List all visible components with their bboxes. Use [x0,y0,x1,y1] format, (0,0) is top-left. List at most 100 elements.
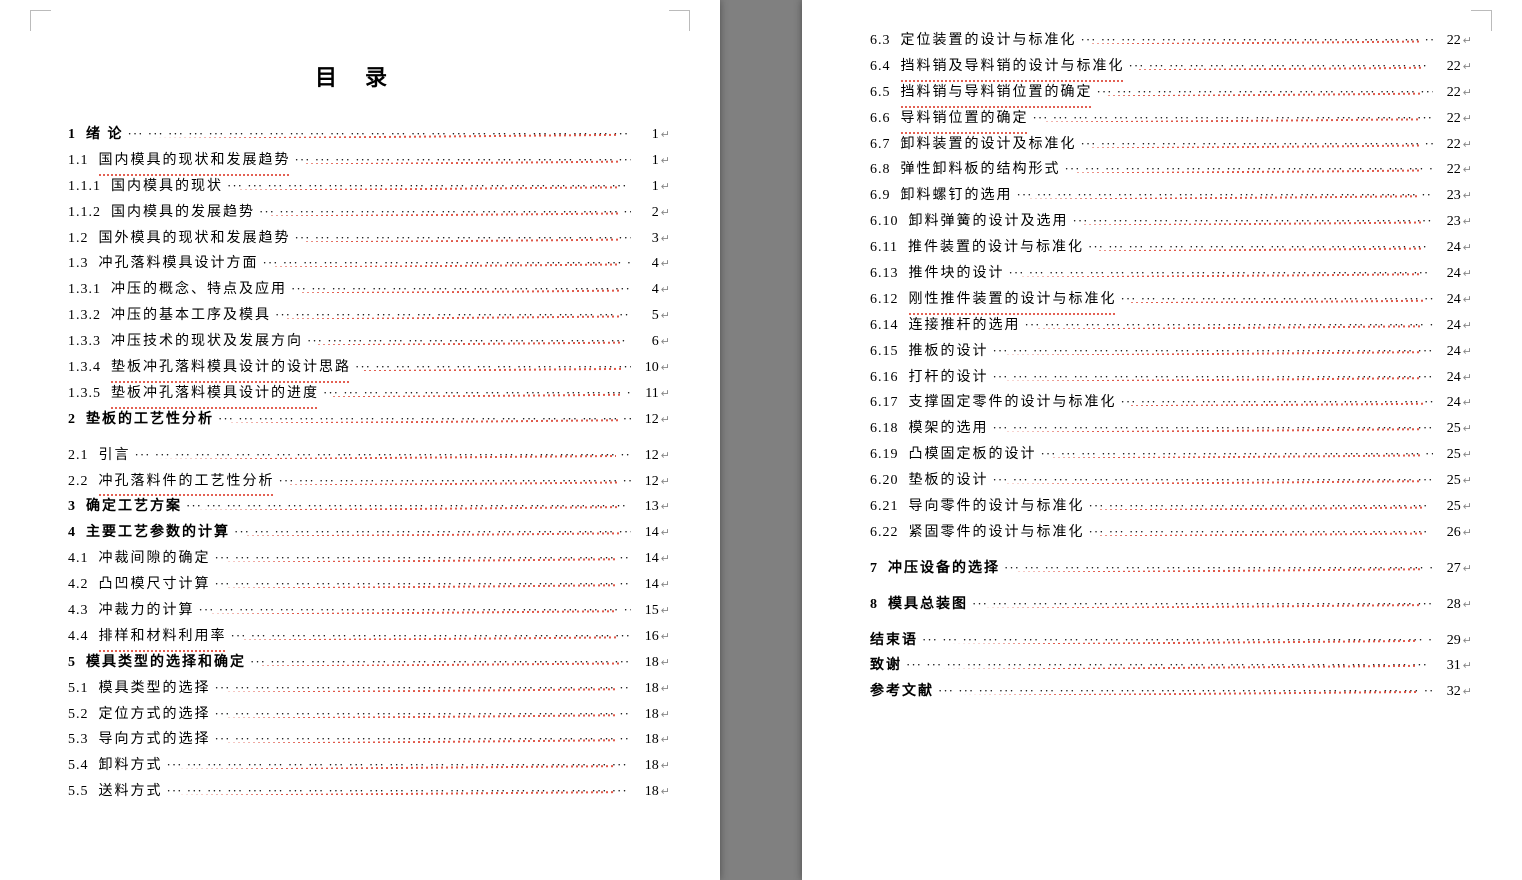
toc-leader-dots [167,781,631,795]
paragraph-mark-icon: ↵ [1463,559,1472,579]
toc-page-number: 25 [1437,442,1461,468]
toc-leader-dots [906,655,1433,669]
toc-entry: 4.2凸凹模尺寸计算14↵ [68,572,670,598]
toc-number: 6.19 [870,442,899,468]
toc-entry: 5模具类型的选择和确定18↵ [68,650,670,676]
toc-page-number: 15 [635,598,659,624]
toc-text: 参考文献 [870,679,934,705]
toc-leader-dots [1089,522,1433,536]
toc-entry: 参考文献32↵ [870,679,1472,705]
toc-entry: 1.3.3冲压技术的现状及发展方向6↵ [68,329,670,355]
toc-text: 绪 论 [86,122,124,148]
toc-number: 1.3.3 [68,329,101,355]
toc-leader-dots [1081,30,1433,44]
toc-text: 结束语 [870,628,918,654]
toc-number: 1.1 [68,148,89,174]
toc-text: 冲压技术的现状及发展方向 [111,329,303,355]
toc-number: 2.2 [68,469,89,495]
toc-leader-dots [295,150,631,164]
paragraph-mark-icon: ↵ [661,151,670,171]
toc-entry: 4主要工艺参数的计算14↵ [68,520,670,546]
toc-page-number: 24 [1437,235,1461,261]
toc-number: 6.4 [870,54,891,80]
toc-page-number: 22 [1437,157,1461,183]
toc-text: 定位装置的设计与标准化 [901,28,1077,54]
toc-page-number: 5 [635,303,659,329]
toc-text: 导向零件的设计与标准化 [909,494,1085,520]
paragraph-mark-icon: ↵ [1463,631,1472,651]
toc-leader-dots [1089,496,1433,510]
toc-leader-dots [1041,444,1433,458]
toc-page-number: 18 [635,676,659,702]
toc-entry: 6.11推件装置的设计与标准化24↵ [870,235,1472,261]
toc-leader-dots [922,630,1433,644]
toc-page-number: 14 [635,546,659,572]
page-right: 6.3定位装置的设计与标准化22↵6.4挡料销及导料销的设计与标准化22↵6.5… [802,0,1522,880]
toc-number: 5.4 [68,753,89,779]
toc-number: 7 [870,556,878,582]
toc-number: 2.1 [68,443,89,469]
toc-page-number: 24 [1437,339,1461,365]
toc-page-number: 1 [635,148,659,174]
toc-entry: 1.1.2国内模具的发展趋势2↵ [68,200,670,226]
toc-text: 排样和材料利用率 [99,624,227,650]
toc-entry: 2.2冲孔落料件的工艺性分析12↵ [68,469,670,495]
toc-page-number: 25 [1437,494,1461,520]
toc-leader-dots [215,574,631,588]
toc-entry: 5.2定位方式的选择18↵ [68,702,670,728]
toc-text: 确定工艺方案 [86,494,182,520]
toc-number: 6.14 [870,313,899,339]
toc-page-number: 27 [1437,556,1461,582]
paragraph-mark-icon: ↵ [1463,656,1472,676]
toc-number: 5.3 [68,727,89,753]
paragraph-mark-icon: ↵ [661,177,670,197]
paragraph-mark-icon: ↵ [661,384,670,404]
toc-leader-dots [1097,82,1433,96]
toc-number: 6.6 [870,106,891,132]
toc-text: 国内模具的现状 [111,174,223,200]
toc-leader-dots [993,367,1433,381]
paragraph-mark-icon: ↵ [661,203,670,223]
toc-number: 4.1 [68,546,89,572]
toc-entry: 6.6导料销位置的确定22↵ [870,106,1472,132]
toc-text: 卸料螺钉的选用 [901,183,1013,209]
toc-entry: 1.1.1国内模具的现状1↵ [68,174,670,200]
toc-text: 支撑固定零件的设计与标准化 [909,390,1117,416]
paragraph-mark-icon: ↵ [1463,497,1472,517]
toc-leader-dots [295,228,631,242]
toc-leader-dots [1073,211,1433,225]
toc-number: 1.3 [68,251,89,277]
toc-entry: 2垫板的工艺性分析12↵ [68,407,670,433]
toc-entry: 6.20垫板的设计25↵ [870,468,1472,494]
toc-number: 1.3.5 [68,381,101,407]
toc-page-number: 25 [1437,416,1461,442]
toc-entry: 6.7卸料装置的设计及标准化22↵ [870,132,1472,158]
toc-page-number: 24 [1437,365,1461,391]
toc-text: 模具类型的选择和确定 [86,650,246,676]
toc-entry: 6.5挡料销与导料销位置的确定22↵ [870,80,1472,106]
paragraph-mark-icon: ↵ [661,705,670,725]
toc-entry: 6.14连接推杆的选用24↵ [870,313,1472,339]
toc-text: 挡料销与导料销位置的确定 [901,80,1093,106]
toc-leader-dots [355,357,631,371]
paragraph-mark-icon: ↵ [1463,135,1472,155]
paragraph-mark-icon: ↵ [661,125,670,145]
toc-leader-dots [1025,315,1433,329]
toc-number: 1.2 [68,226,89,252]
paragraph-mark-icon: ↵ [661,601,670,621]
toc-page-number: 22 [1437,80,1461,106]
toc-entry: 1.3冲孔落料模具设计方面4↵ [68,251,670,277]
paragraph-mark-icon: ↵ [661,280,670,300]
toc-number: 5.2 [68,702,89,728]
toc-leader-dots [279,471,631,485]
page-left: 目录 1绪 论1↵1.1国内模具的现状和发展趋势1↵1.1.1国内模具的现状1↵… [0,0,720,880]
toc-number: 1.3.2 [68,303,101,329]
toc-page-number: 1 [635,174,659,200]
toc-page-number: 32 [1437,679,1461,705]
toc-leader-dots [231,626,631,640]
toc-text: 模具总装图 [888,592,968,618]
paragraph-mark-icon: ↵ [1463,109,1472,129]
toc-text: 送料方式 [99,779,163,805]
toc-number: 4.3 [68,598,89,624]
toc-page-number: 18 [635,753,659,779]
